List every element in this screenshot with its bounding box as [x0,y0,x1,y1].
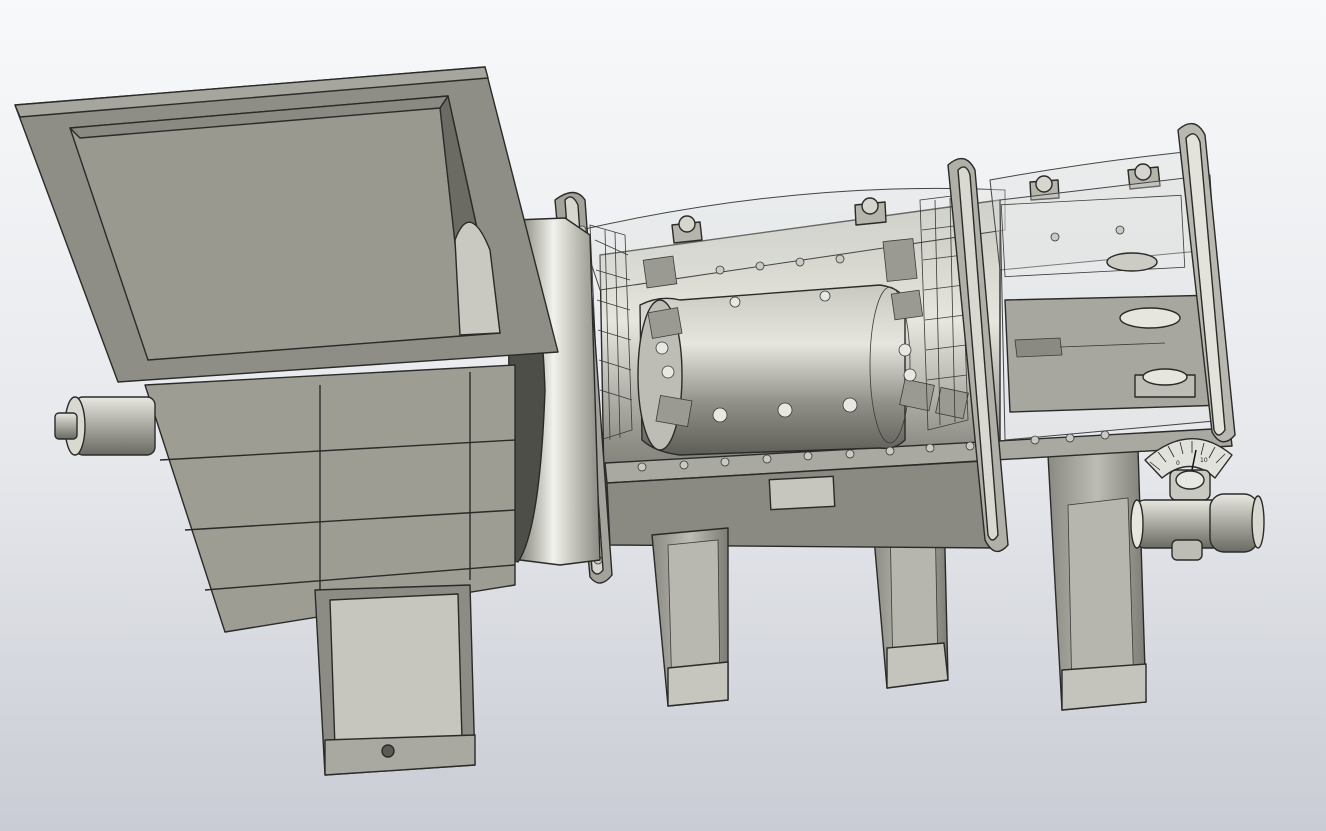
drive-shaft-stub[interactable] [54,396,156,456]
inner-rotor[interactable] [637,284,911,456]
dial-label-right: 10 [1200,457,1208,464]
inlet-hopper[interactable] [14,66,559,633]
dial-label-left: 0 [1176,460,1180,467]
machine-assembly-model[interactable]: 0 10 [0,0,1326,831]
outlet-valve-pipe[interactable] [1130,469,1265,561]
outlet-chute[interactable] [314,584,476,776]
support-leg-left[interactable] [651,527,729,707]
cad-3d-viewport[interactable]: 0 10 [0,0,1326,831]
support-leg-right[interactable] [1047,447,1147,711]
